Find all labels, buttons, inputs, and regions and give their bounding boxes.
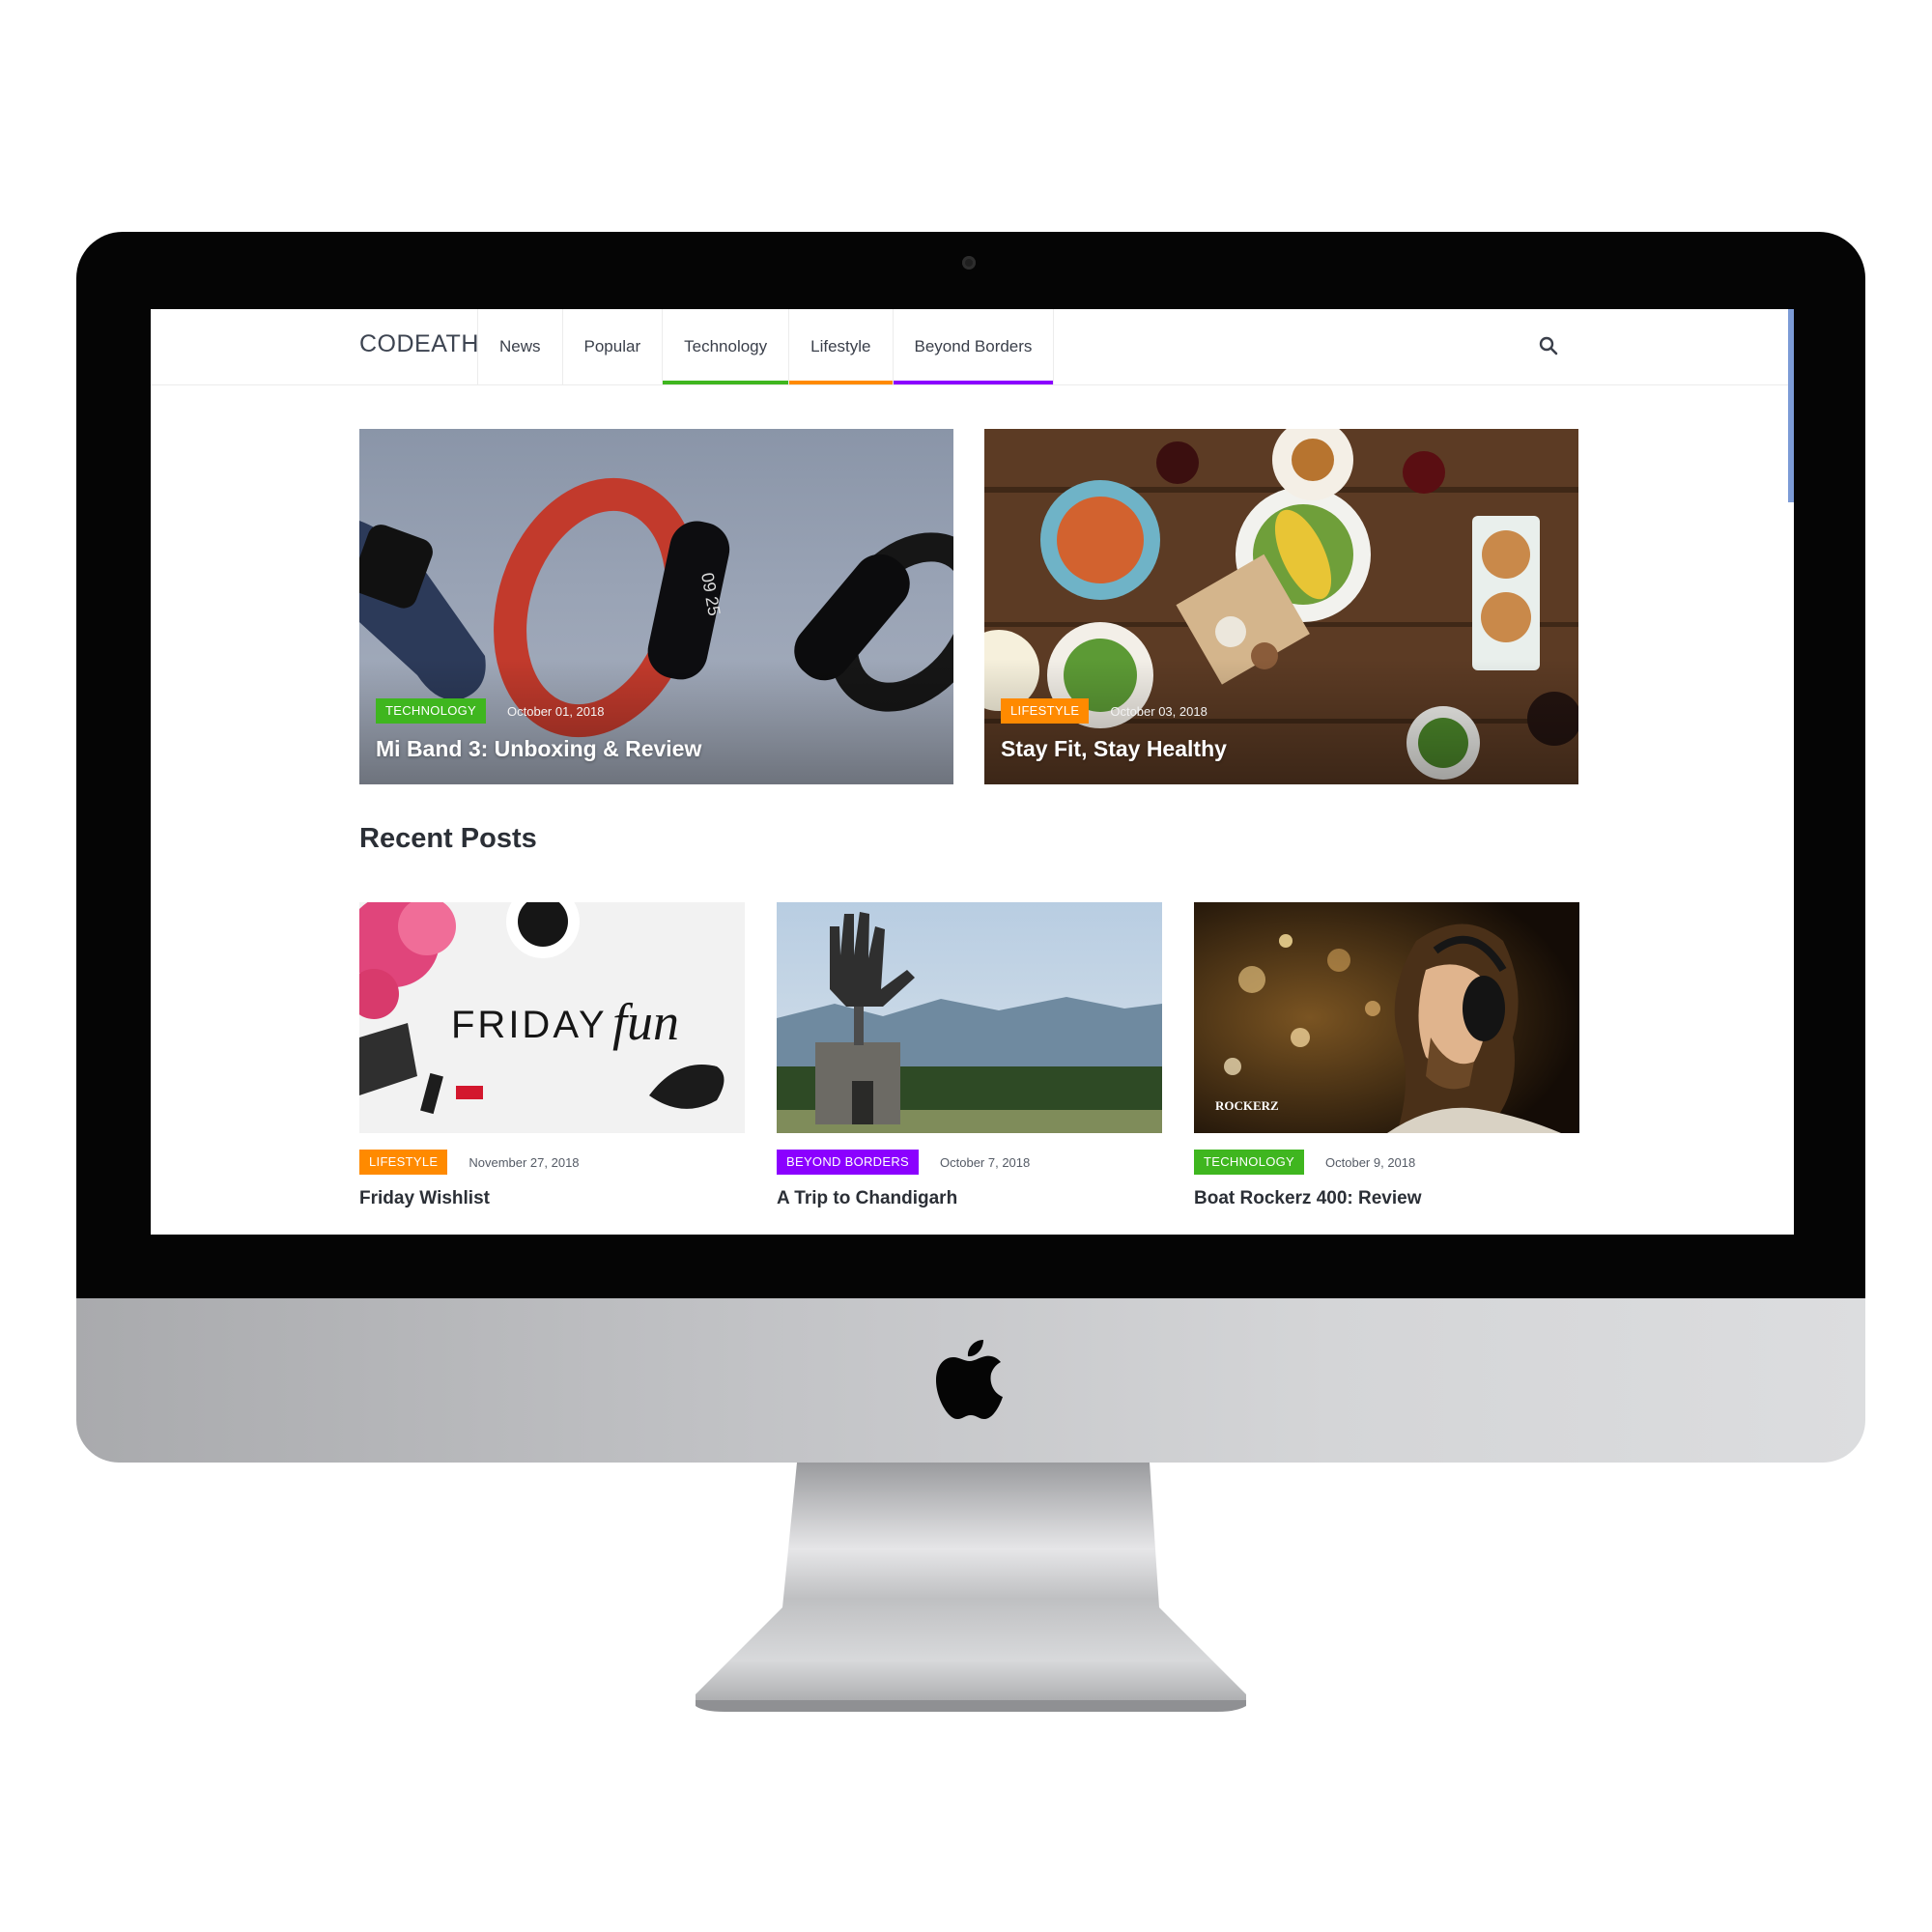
main-nav: News Popular Technology Lifestyle Beyond… — [477, 309, 1055, 384]
headphones-man-image: ROCKERZ — [1194, 902, 1579, 1133]
top-navbar: CODEATH News Popular Technology Lifestyl… — [151, 309, 1788, 385]
nav-label: Popular — [583, 337, 641, 355]
nav-label: Technology — [684, 337, 768, 355]
post-card[interactable]: BEYOND BORDERS October 7, 2018 A Trip to… — [777, 902, 1162, 1209]
nav-label: Beyond Borders — [914, 337, 1033, 355]
featured-meta: LIFESTYLE October 03, 2018 — [1001, 698, 1208, 724]
category-badge[interactable]: BEYOND BORDERS — [777, 1150, 920, 1175]
nav-underline — [663, 381, 789, 384]
nav-item-news[interactable]: News — [477, 309, 562, 384]
post-title[interactable]: Friday Wishlist — [359, 1188, 745, 1209]
category-badge[interactable]: TECHNOLOGY — [376, 698, 487, 724]
post-date: October 9, 2018 — [1325, 1154, 1416, 1170]
post-thumbnail[interactable]: ROCKERZ — [1194, 902, 1579, 1133]
post-date: October 7, 2018 — [940, 1154, 1031, 1170]
search-icon[interactable] — [1538, 335, 1559, 356]
site-logo[interactable]: CODEATH — [359, 330, 479, 358]
apple-logo-icon — [936, 1340, 1003, 1419]
imac-stand — [696, 1463, 1246, 1712]
scrollbar-thumb[interactable] — [1788, 309, 1794, 502]
nav-underline — [789, 381, 893, 384]
category-badge[interactable]: TECHNOLOGY — [1194, 1150, 1305, 1175]
category-badge[interactable]: LIFESTYLE — [359, 1150, 448, 1175]
post-card[interactable]: FRIDAY fun LIFESTYLE November 27, 2018 F… — [359, 902, 745, 1209]
post-date: October 01, 2018 — [507, 703, 605, 719]
nav-item-beyond-borders[interactable]: Beyond Borders — [892, 309, 1055, 384]
post-thumbnail[interactable] — [777, 902, 1162, 1133]
post-thumbnail[interactable]: FRIDAY fun — [359, 902, 745, 1133]
nav-label: Lifestyle — [810, 337, 871, 355]
friday-fun-image: FRIDAY fun — [359, 902, 745, 1133]
open-hand-monument-image — [777, 902, 1162, 1133]
featured-post-card[interactable]: LIFESTYLE October 03, 2018 Stay Fit, Sta… — [984, 429, 1578, 784]
post-title[interactable]: Boat Rockerz 400: Review — [1194, 1188, 1579, 1209]
post-date: November 27, 2018 — [469, 1154, 580, 1170]
post-meta: BEYOND BORDERS October 7, 2018 — [777, 1150, 1162, 1175]
post-title[interactable]: A Trip to Chandigarh — [777, 1188, 1162, 1209]
webcam-icon — [962, 256, 976, 270]
nav-item-popular[interactable]: Popular — [561, 309, 663, 384]
featured-title[interactable]: Mi Band 3: Unboxing & Review — [376, 736, 701, 762]
nav-underline — [893, 381, 1054, 384]
rockerz-logo-text: ROCKERZ — [1215, 1098, 1279, 1113]
nav-label: News — [499, 337, 541, 355]
featured-post-card[interactable]: 09 25 TECHNOLOGY October 01, 2018 Mi Ban… — [359, 429, 953, 784]
nav-item-technology[interactable]: Technology — [662, 309, 789, 384]
featured-title[interactable]: Stay Fit, Stay Healthy — [1001, 736, 1227, 762]
post-meta: TECHNOLOGY October 9, 2018 — [1194, 1150, 1579, 1175]
section-heading: Recent Posts — [359, 823, 537, 854]
post-date: October 03, 2018 — [1110, 703, 1208, 719]
friday-text: FRIDAY — [451, 1004, 608, 1046]
post-meta: LIFESTYLE November 27, 2018 — [359, 1150, 745, 1175]
post-card[interactable]: ROCKERZ TECHNOLOGY October 9, 2018 Boat … — [1194, 902, 1579, 1209]
nav-item-lifestyle[interactable]: Lifestyle — [788, 309, 893, 384]
browser-screen: CODEATH News Popular Technology Lifestyl… — [151, 309, 1794, 1235]
category-badge[interactable]: LIFESTYLE — [1001, 698, 1090, 724]
fun-script-text: fun — [612, 993, 679, 1051]
featured-meta: TECHNOLOGY October 01, 2018 — [376, 698, 604, 724]
